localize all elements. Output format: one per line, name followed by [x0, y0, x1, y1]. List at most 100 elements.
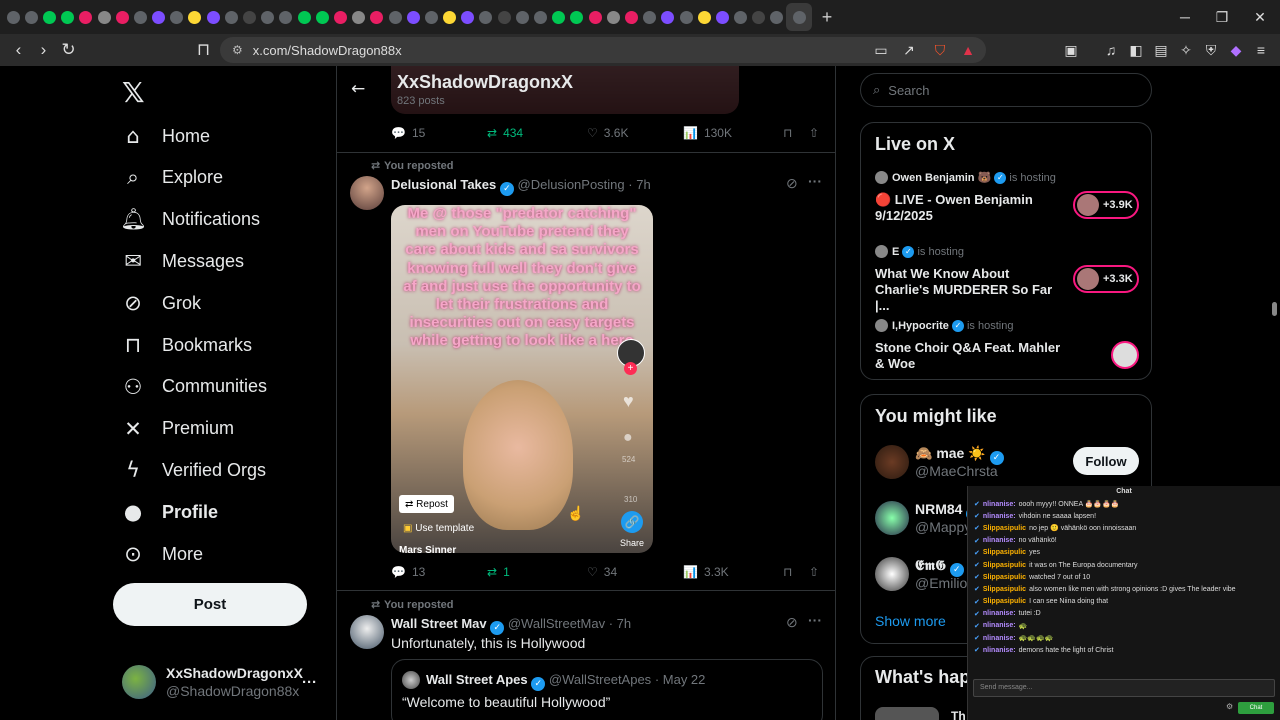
browser-tab[interactable] — [168, 3, 186, 31]
chat-user[interactable]: nlinanise: — [983, 537, 1016, 544]
browser-tab[interactable] — [404, 3, 422, 31]
nav-item-verified-orgs[interactable]: ϟ Verified Orgs — [120, 450, 266, 490]
reply-button[interactable]: 💬 13 — [391, 565, 425, 579]
share-icon[interactable]: ↗ — [899, 40, 919, 60]
bookmark-button[interactable]: ⊓ — [783, 565, 792, 579]
bookmark-page-icon[interactable]: ⊓ — [191, 40, 216, 60]
live-item[interactable]: Owen Benjamin 🐻 ✓ is hosting 🔴 LIVE - Owe… — [875, 171, 1143, 241]
tweet-1[interactable]: ⇄ You reposted Delusional Takes ✓ @Delus… — [337, 153, 835, 590]
reply-button[interactable]: 💬 15 — [391, 126, 425, 140]
browser-tab[interactable] — [459, 3, 477, 31]
like-button[interactable]: ♡ 3.6K — [587, 126, 628, 140]
chat-user[interactable]: nlinanise: — [983, 610, 1016, 617]
browser-tab[interactable] — [568, 3, 586, 31]
rewards-icon[interactable]: ▲ — [958, 40, 978, 60]
author-name[interactable]: Delusional Takes — [391, 177, 496, 192]
listener-count-pill[interactable]: +3.9K — [1073, 191, 1139, 219]
scrollbar-thumb[interactable] — [1272, 302, 1277, 316]
browser-tab[interactable] — [331, 3, 349, 31]
more-dots-icon[interactable]: ··· — [302, 674, 317, 691]
timestamp[interactable]: · 7h — [609, 616, 631, 631]
follow-button[interactable]: Follow — [1073, 447, 1139, 475]
views-button[interactable]: 📊 3.3K — [683, 565, 729, 579]
browser-tab[interactable] — [786, 3, 813, 31]
browser-tab[interactable] — [350, 3, 368, 31]
author-handle[interactable]: @DelusionPosting — [518, 177, 625, 192]
avatar[interactable] — [350, 176, 384, 210]
chat-send-button[interactable]: Chat — [1238, 702, 1274, 714]
browser-tab[interactable] — [222, 3, 240, 31]
chat-user[interactable]: nlinanise: — [983, 635, 1016, 642]
search-box[interactable]: ⌕ Search — [860, 73, 1152, 107]
browser-tab[interactable] — [495, 3, 513, 31]
suggested-user[interactable]: 🙈 mae ☀️ ✓ @MaeChrsta Follow — [875, 443, 1143, 483]
chat-user[interactable]: Slippasipulic — [983, 549, 1026, 556]
repost-button[interactable]: ⇄ 434 — [487, 126, 523, 140]
browser-tab[interactable] — [641, 3, 659, 31]
nav-item-messages[interactable]: ✉ Messages — [120, 241, 244, 281]
browser-tab[interactable] — [550, 3, 568, 31]
nav-item-explore[interactable]: ⌕ Explore — [120, 158, 223, 198]
browser-tab[interactable] — [531, 3, 549, 31]
search-placeholder[interactable]: Search — [888, 83, 929, 98]
grok-icon[interactable]: ⊘ — [786, 614, 798, 631]
timestamp[interactable]: · 7h — [628, 177, 650, 192]
menu-icon[interactable]: ≡ — [1251, 40, 1271, 60]
browser-tab[interactable] — [750, 3, 768, 31]
browser-tab[interactable] — [77, 3, 95, 31]
chat-user[interactable]: Slippasipulic — [983, 525, 1026, 532]
browser-tab[interactable] — [131, 3, 149, 31]
x-logo-icon[interactable]: 𝕏 — [122, 76, 145, 109]
browser-tab[interactable] — [259, 3, 277, 31]
repost-button[interactable]: ⇄ 1 — [487, 565, 510, 579]
back-icon[interactable]: ‹ — [6, 40, 31, 60]
views-button[interactable]: 📊 130K — [683, 126, 732, 140]
brave-shield-icon[interactable]: ⛉ — [930, 40, 950, 60]
sidebar-toggle-icon[interactable]: ▣ — [1061, 40, 1081, 60]
browser-tab[interactable] — [768, 3, 786, 31]
browser-tab[interactable] — [186, 3, 204, 31]
post-button[interactable]: Post — [113, 583, 307, 626]
trend-title[interactable]: Th — [951, 709, 966, 720]
cast-icon[interactable]: ▭ — [871, 40, 891, 60]
nav-item-profile[interactable]: ● Profile — [120, 492, 218, 532]
live-item[interactable]: E ✓ is hosting What We Know About Charlie'… — [875, 245, 1143, 315]
more-dots-icon[interactable]: ··· — [808, 612, 822, 628]
listener-count-pill[interactable]: +3.3K — [1073, 265, 1139, 293]
author-name[interactable]: Wall Street Mav — [391, 616, 487, 631]
chat-user[interactable]: Slippasipulic — [983, 598, 1026, 605]
maximize-button[interactable]: ❐ — [1203, 0, 1241, 34]
browser-tab[interactable] — [204, 3, 222, 31]
nav-item-communities[interactable]: ⚇ Communities — [120, 367, 267, 407]
browser-tab[interactable] — [113, 3, 131, 31]
account-switcher[interactable]: XxShadowDragonxX @ShadowDragon88x ··· — [122, 664, 332, 700]
window-close-button[interactable]: ✕ — [1241, 0, 1279, 34]
browser-tab[interactable] — [659, 3, 677, 31]
browser-tab[interactable] — [386, 3, 404, 31]
new-tab-button[interactable]: + — [812, 7, 842, 28]
chat-user[interactable]: Slippasipulic — [983, 586, 1026, 593]
browser-tab[interactable] — [422, 3, 440, 31]
browser-tab[interactable] — [4, 3, 22, 31]
browser-tab[interactable] — [150, 3, 168, 31]
reload-icon[interactable]: ↻ — [56, 40, 81, 60]
site-info-icon[interactable]: ⚙ — [232, 43, 243, 57]
browser-tab[interactable] — [40, 3, 58, 31]
like-button[interactable]: ♡ 34 — [587, 565, 617, 579]
wallet-icon[interactable]: ▤ — [1151, 40, 1171, 60]
browser-tab[interactable] — [368, 3, 386, 31]
vpn-icon[interactable]: ⛨ — [1201, 40, 1221, 60]
back-arrow-icon[interactable]: ← — [351, 79, 365, 99]
leo-icon[interactable]: ✧ — [1176, 40, 1196, 60]
quote-tweet[interactable]: Wall Street Apes ✓ @WallStreetApes · May… — [391, 659, 823, 720]
browser-tab[interactable] — [240, 3, 258, 31]
share-post-button[interactable]: ⇧ — [809, 126, 819, 140]
bookmark-button[interactable]: ⊓ — [783, 126, 792, 140]
chat-user[interactable]: Slippasipulic — [983, 574, 1026, 581]
browser-tab[interactable] — [732, 3, 750, 31]
browser-tab[interactable] — [513, 3, 531, 31]
url-text[interactable]: x.com/ShadowDragon88x — [253, 43, 402, 58]
more-dots-icon[interactable]: ··· — [808, 173, 822, 189]
sidepanel-icon[interactable]: ◧ — [1126, 40, 1146, 60]
grok-icon[interactable]: ⊘ — [786, 175, 798, 192]
